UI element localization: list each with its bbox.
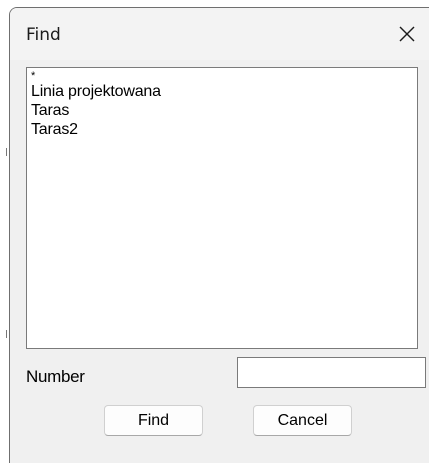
number-input[interactable] <box>237 357 426 388</box>
find-dialog: Find * Linia projektowana Taras Taras2 N… <box>9 7 429 463</box>
dialog-title: Find <box>26 25 61 45</box>
close-button[interactable] <box>385 14 429 54</box>
list-item[interactable]: Taras2 <box>31 120 413 139</box>
background-edge-mark <box>6 148 7 156</box>
close-icon <box>399 26 415 42</box>
title-bar[interactable]: Find <box>10 8 429 60</box>
background-edge-mark <box>6 330 7 338</box>
find-listbox[interactable]: * Linia projektowana Taras Taras2 <box>26 67 418 349</box>
cancel-button[interactable]: Cancel <box>253 405 352 436</box>
list-item[interactable]: Taras <box>31 101 413 120</box>
find-button[interactable]: Find <box>104 405 203 436</box>
list-item[interactable]: * <box>31 69 413 82</box>
number-label: Number <box>26 367 85 386</box>
list-item[interactable]: Linia projektowana <box>31 82 413 101</box>
